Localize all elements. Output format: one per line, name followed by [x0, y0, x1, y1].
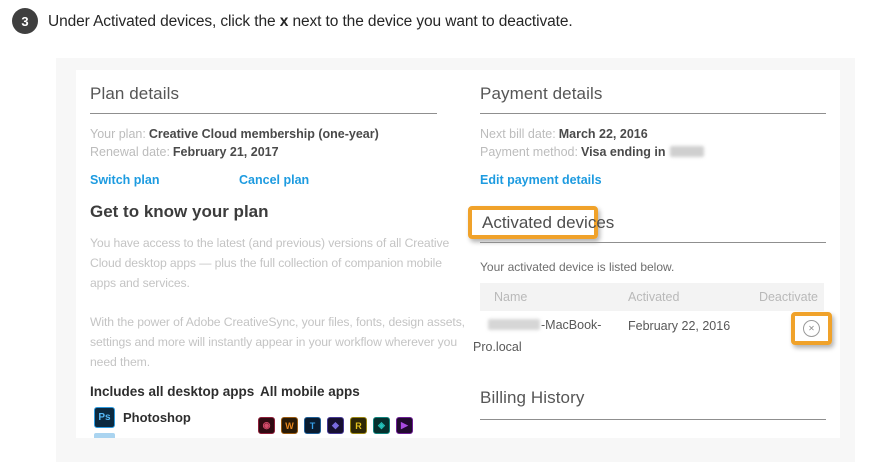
your-plan-label: Your plan: — [90, 127, 146, 141]
paragraph-line: Cloud desktop apps — plus the full colle… — [90, 256, 442, 270]
edit-payment-link[interactable]: Edit payment details — [480, 173, 602, 187]
switch-plan-link[interactable]: Switch plan — [90, 173, 159, 187]
device-name-line1: -MacBook- — [488, 318, 601, 332]
plan-description-paragraph-1: You have access to the latest (and previ… — [90, 233, 449, 293]
step-number-badge: 3 — [12, 8, 38, 34]
payment-method-row: Payment method: Visa ending in — [480, 145, 705, 159]
next-bill-row: Next bill date: March 22, 2016 — [480, 127, 648, 141]
paragraph-line: You have access to the latest (and previ… — [90, 236, 450, 250]
highlight-box-deactivate — [791, 312, 832, 345]
mobile-app-6-icon: ◈ — [373, 417, 390, 434]
payment-method-label: Payment method: — [480, 145, 578, 159]
devices-table-header: Name Activated Deactivate — [480, 283, 824, 311]
help-page: 3 Under Activated devices, click the x n… — [0, 0, 877, 475]
get-to-know-title: Get to know your plan — [90, 202, 269, 221]
mobile-app-2-icon: W — [281, 417, 298, 434]
activated-devices-title: Activated devices — [482, 213, 615, 232]
step-instruction-after: next to the device you want to deactivat… — [288, 13, 573, 30]
highlight-box-activated-devices: Activated devices — [468, 206, 615, 239]
mobile-app-5-icon: R — [350, 417, 367, 434]
column-header-deactivate: Deactivate — [758, 290, 818, 304]
column-header-name: Name — [494, 290, 528, 304]
next-bill-value: March 22, 2016 — [558, 127, 648, 141]
renewal-date-row: Renewal date: February 21, 2017 — [90, 145, 279, 159]
billing-history-divider — [480, 419, 826, 420]
cancel-plan-link[interactable]: Cancel plan — [239, 173, 309, 187]
device-name-line2: Pro.local — [473, 340, 522, 354]
step-instruction-before: Under Activated devices, click the — [48, 13, 280, 30]
payment-method-value: Visa ending in — [580, 145, 666, 159]
renewal-date-label: Renewal date: — [90, 145, 170, 159]
payment-details-title: Payment details — [480, 84, 603, 103]
paragraph-line: With the power of Adobe CreativeSync, yo… — [90, 315, 465, 329]
account-card: Plan details Your plan: Creative Cloud me… — [76, 70, 840, 438]
step-instruction: Under Activated devices, click the x nex… — [48, 13, 573, 31]
mobile-app-4-icon: ◆ — [327, 417, 344, 434]
device-activated-date: February 22, 2016 — [628, 319, 731, 333]
next-bill-label: Next bill date: — [480, 127, 556, 141]
step-instruction-emphasis: x — [279, 13, 289, 30]
mobile-apps-icon-row: ◉ W T ◆ R ◈ ▶ — [258, 417, 413, 434]
paragraph-line: need them. — [90, 355, 150, 369]
column-header-activated: Activated — [628, 290, 680, 304]
activated-devices-note: Your activated device is listed below. — [480, 260, 675, 274]
plan-description-paragraph-2: With the power of Adobe CreativeSync, yo… — [90, 312, 465, 372]
partial-app-icon — [94, 433, 115, 438]
desktop-apps-title: Includes all desktop apps — [90, 384, 255, 399]
photoshop-icon: Ps — [94, 407, 115, 428]
device-name-suffix: -MacBook- — [541, 318, 602, 332]
redacted-device-name — [488, 319, 540, 330]
plan-details-title: Plan details — [90, 84, 180, 103]
payment-details-divider — [480, 113, 826, 114]
mobile-apps-title: All mobile apps — [260, 384, 360, 399]
screenshot-frame: Plan details Your plan: Creative Cloud me… — [56, 58, 855, 462]
renewal-date-value: February 21, 2017 — [172, 145, 279, 159]
billing-history-title: Billing History — [480, 388, 585, 407]
paragraph-line: apps and services. — [90, 276, 190, 290]
your-plan-value: Creative Cloud membership (one-year) — [148, 127, 379, 141]
mobile-app-1-icon: ◉ — [258, 417, 275, 434]
your-plan-row: Your plan: Creative Cloud membership (one… — [90, 127, 379, 141]
paragraph-line: settings and more will instantly appear … — [90, 335, 458, 349]
plan-details-divider — [90, 113, 437, 114]
mobile-app-7-icon: ▶ — [396, 417, 413, 434]
photoshop-label: Photoshop — [123, 410, 191, 425]
activated-devices-divider — [480, 242, 826, 243]
mobile-app-3-icon: T — [304, 417, 321, 434]
redacted-card-digits — [670, 146, 705, 157]
